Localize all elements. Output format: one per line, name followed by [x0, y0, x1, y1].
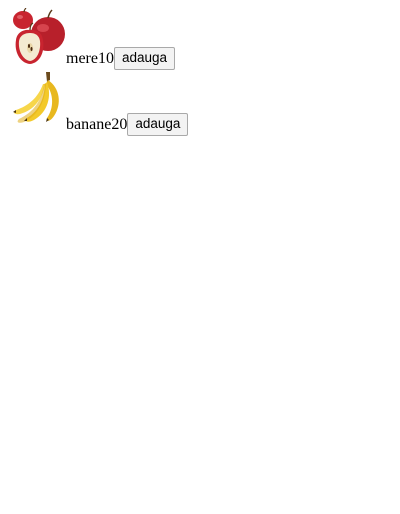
- apple-icon: [13, 8, 65, 65]
- product-name: banane: [66, 116, 112, 133]
- product-price: 20: [111, 116, 128, 133]
- product-row-banane: banane 20 adauga: [66, 113, 189, 137]
- banana-icon: [13, 72, 59, 123]
- add-banane-button[interactable]: adauga: [127, 113, 189, 136]
- product-page: mere 10 adauga banane 20 adauga: [0, 0, 400, 514]
- add-mere-button[interactable]: adauga: [113, 47, 176, 70]
- product-price: 10: [97, 50, 114, 67]
- product-name: mere: [66, 50, 98, 67]
- product-row-mere: mere 10 adauga: [66, 47, 176, 71]
